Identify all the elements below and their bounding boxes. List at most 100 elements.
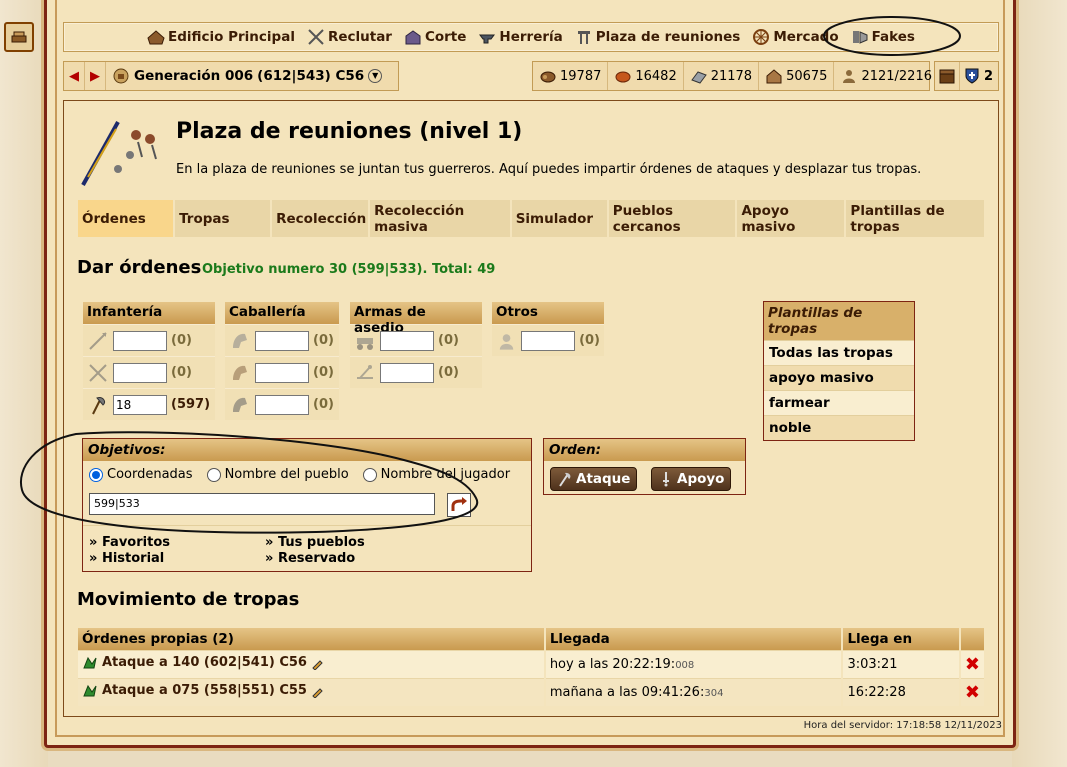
unit-count[interactable]: (0) [313,397,334,412]
redo-arrow-icon [451,497,467,511]
unit-count[interactable]: (0) [579,333,600,348]
inventory-button[interactable] [935,62,959,90]
swords-icon [308,29,324,45]
nav-item-market[interactable]: Mercado [752,28,839,46]
tab-mass-support[interactable]: Apoyo masivo [737,200,845,237]
arrow-left-icon: ◀ [69,68,79,84]
nav-item-rally-point[interactable]: Plaza de reuniones [575,28,741,46]
noble-input[interactable] [521,330,576,351]
village-bar: ◀ ▶ Generación 006 (612|543) C56 ▼ [63,61,399,91]
unit-count[interactable]: (0) [438,333,459,348]
nav-item-smithy[interactable]: Herrería [478,28,563,46]
templates-header: Plantillas de tropas [764,302,914,340]
prev-village-button[interactable]: ◀ [64,62,85,90]
tab-orders[interactable]: Órdenes [78,200,174,237]
next-village-button[interactable]: ▶ [85,62,106,90]
village-selector[interactable]: Generación 006 (612|543) C56 ▼ [106,67,388,85]
objective-links-left: » Favoritos » Historial [89,535,170,567]
radio-coordinates[interactable] [89,467,103,482]
template-item[interactable]: farmear [764,390,914,415]
tab-label: Recolección masiva [374,202,465,235]
target-submit-button[interactable] [447,493,471,517]
tab-troop-templates[interactable]: Plantillas de tropas [846,200,985,237]
cancel-command-icon[interactable]: ✖ [959,650,984,679]
nav-item-court[interactable]: Corte [404,28,466,46]
template-item[interactable]: noble [764,415,914,440]
side-menu-button[interactable] [4,22,34,52]
template-item[interactable]: Todas las tropas [764,340,914,365]
unit-count[interactable]: (0) [171,365,192,380]
unit-count[interactable]: (0) [438,365,459,380]
tab-label: Pueblos cercanos [612,202,681,235]
movement-link[interactable]: Ataque a 075 (558|551) C55 [82,683,307,698]
movement-link[interactable]: Ataque a 140 (602|541) C56 [82,655,307,670]
radio-player-name[interactable] [362,467,377,482]
chevron-down-icon[interactable]: ▼ [368,69,383,83]
tab-label: Recolección [276,210,367,227]
link-your-villages[interactable]: » Tus pueblos [265,535,365,551]
radio-village-name[interactable] [206,467,221,482]
wood-icon [540,71,556,83]
tab-nearby-villages[interactable]: Pueblos cercanos [608,200,736,237]
nav-item-main-building[interactable]: Edificio Principal [147,28,295,46]
unit-count[interactable]: (0) [313,365,334,380]
arrival-time: hoy a las 20:22:19: [549,657,676,672]
objectives-header: Objetivos: [83,439,531,461]
light-cavalry-input[interactable] [255,362,309,383]
movement-label: Ataque a 140 (602|541) C56 [102,655,307,671]
anvil-icon [479,34,496,44]
shield-icon [965,68,979,84]
tab-simulator[interactable]: Simulador [511,200,607,237]
market-wheel-icon [753,29,770,45]
objective-note: Objetivo numero 30 (599|533). Total: 49 [202,262,496,277]
eta: 16:22:28 [842,678,961,706]
nav-label: Herrería [499,29,563,45]
fakes-icon [852,31,868,44]
template-item[interactable]: apoyo masivo [764,365,914,390]
unit-count[interactable]: (0) [171,333,192,348]
population-value: 2121/2216 [861,68,932,84]
tab-label: Órdenes [82,210,146,227]
tab-mass-scavenge[interactable]: Recolección masiva [370,200,510,237]
attack-command-icon [83,684,97,697]
ram-input[interactable] [380,330,434,351]
rename-pencil-icon[interactable] [311,658,323,671]
support-button[interactable]: Apoyo [651,467,732,491]
infantry-header: Infantería [83,302,215,324]
objective-links-right: » Tus pueblos » Reservado [265,535,365,567]
scout-input[interactable] [255,330,309,351]
arrow-right-icon: ▶ [90,68,100,84]
tab-scavenge[interactable]: Recolección [272,200,369,237]
nav-item-fakes[interactable]: Fakes [851,28,915,46]
resources-bar: 19787 16482 21178 50675 2121/2216 [532,61,932,91]
nav-label: Plaza de reuniones [595,29,741,45]
axe-icon [92,396,106,414]
table-row: Ataque a 075 (558|551) C55 mañana a las … [78,678,984,706]
tab-label: Simulador [515,210,594,227]
server-time: Hora del servidor: 17:18:58 12/11/2023 [803,720,1002,731]
incoming-count: 2 [984,68,994,84]
column-header: Llega en [842,628,961,651]
spear-input[interactable] [113,330,167,351]
tab-troops[interactable]: Tropas [175,200,271,237]
eta: 3:03:21 [842,650,961,679]
catapult-icon [357,364,373,379]
table-header-row: Órdenes propias (2) Llegada Llega en [78,628,984,651]
axe-input[interactable] [113,394,167,415]
rename-pencil-icon[interactable] [311,686,323,699]
link-label: Tus pueblos [277,535,365,550]
incoming-support-button[interactable]: 2 [959,62,996,90]
sword-input[interactable] [113,362,167,383]
link-reserved[interactable]: » Reservado [265,551,365,567]
population-resource: 2121/2216 [833,62,938,90]
link-history[interactable]: » Historial [89,551,170,567]
attack-button[interactable]: Ataque [550,467,638,491]
coordinates-input[interactable]: 599|533 [89,493,435,515]
unit-count[interactable]: (597) [171,397,210,412]
link-favorites[interactable]: » Favoritos [89,535,170,551]
unit-count[interactable]: (0) [313,333,334,348]
nav-item-recruit[interactable]: Reclutar [307,28,392,46]
cancel-command-icon[interactable]: ✖ [959,678,984,706]
catapult-input[interactable] [380,362,434,383]
heavy-cavalry-input[interactable] [255,394,309,415]
